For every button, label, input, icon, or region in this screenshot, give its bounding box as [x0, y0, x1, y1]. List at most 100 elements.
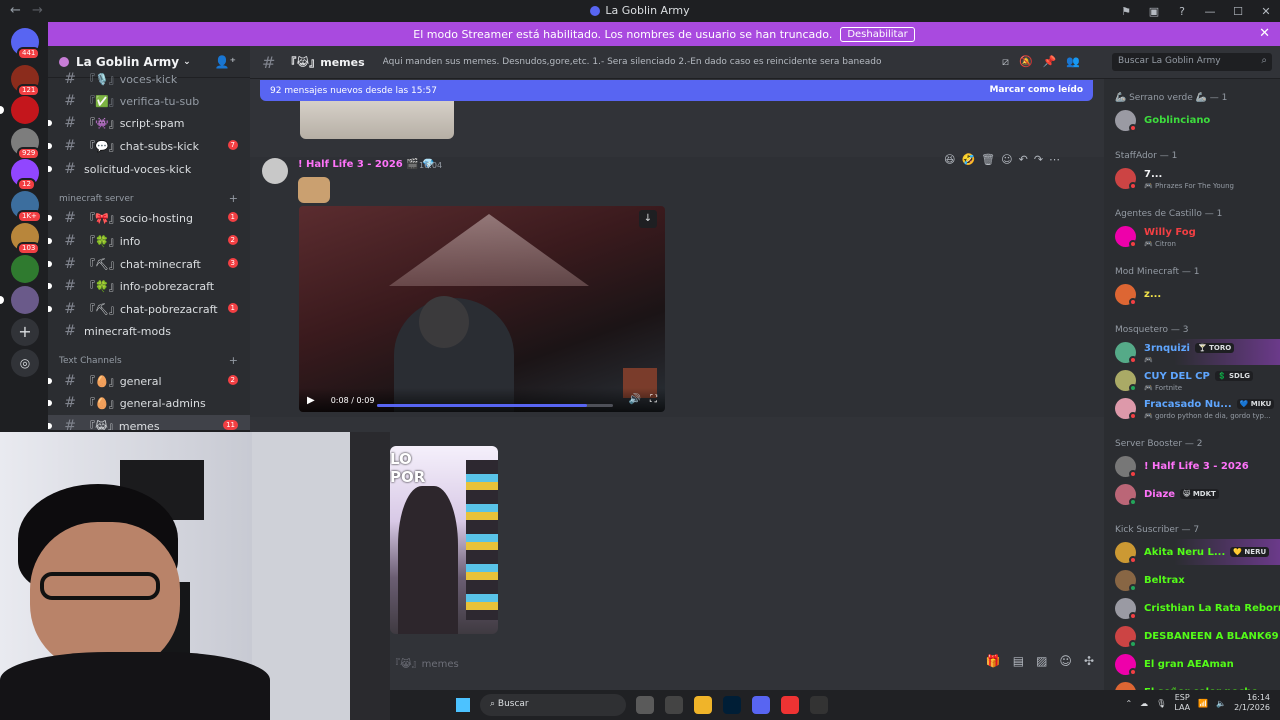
member-row[interactable]: Cristhian La Rata Reborn: [1104, 595, 1280, 621]
close-window-icon[interactable]: ✕: [1252, 5, 1280, 18]
sticker-icon[interactable]: ▨: [1036, 654, 1047, 668]
taskbar-search[interactable]: ⌕ Buscar: [480, 694, 626, 716]
clock[interactable]: 16:14 2/1/2026: [1234, 693, 1270, 713]
tray-chevron-icon[interactable]: ⌃: [1125, 699, 1132, 708]
category-minecraft[interactable]: minecraft server: [59, 194, 134, 204]
member-list-icon[interactable]: 👥: [1066, 55, 1080, 69]
server-icon[interactable]: [0, 96, 39, 124]
language-indicator[interactable]: ESP LAA: [1174, 693, 1190, 713]
previous-image-attachment[interactable]: [300, 101, 454, 139]
member-row[interactable]: Beltrax: [1104, 567, 1280, 593]
server-icon[interactable]: 103: [11, 223, 41, 255]
gif-icon[interactable]: ▤: [1013, 654, 1024, 668]
mark-as-read-button[interactable]: Marcar como leído: [989, 85, 1083, 95]
channel-item[interactable]: # 『💬』chat-subs-kick 7: [48, 135, 250, 157]
maximize-icon[interactable]: ☐: [1224, 5, 1252, 18]
download-icon[interactable]: ↓: [639, 210, 657, 228]
channel-item[interactable]: # 『🥚』general-admins: [48, 392, 250, 414]
search-input[interactable]: Buscar La Goblin Army ⌕: [1112, 53, 1272, 71]
channel-item[interactable]: # 『⛏』chat-pobrezacraft 1: [48, 298, 250, 320]
member-row[interactable]: CUY DEL CP 💲 SDLG 🎮 Fortnite: [1104, 367, 1280, 393]
discord-icon[interactable]: [752, 696, 770, 714]
channel-item[interactable]: # 『🍀』info 2: [48, 230, 250, 252]
channel-item[interactable]: # 『👾』script-spam: [48, 112, 250, 134]
member-row[interactable]: El señor color noche: [1104, 679, 1280, 690]
message-author[interactable]: ! Half Life 3 - 2026 🎬 💎: [298, 159, 435, 170]
mute-bell-icon[interactable]: 🔕: [1019, 55, 1033, 69]
app-icon[interactable]: [665, 696, 683, 714]
member-row[interactable]: El gran AEAman: [1104, 651, 1280, 677]
channel-item[interactable]: # solicitud-voces-kick: [48, 158, 250, 180]
add-reaction-icon[interactable]: ☺: [1001, 153, 1012, 166]
channel-item[interactable]: # minecraft-mods: [48, 320, 250, 342]
member-row[interactable]: Willy Fog 🎮 Citron: [1104, 223, 1280, 249]
emoji-icon[interactable]: ☺: [1059, 654, 1072, 668]
member-row[interactable]: Akita Neru L... 💛 NERU: [1104, 539, 1280, 565]
channel-item[interactable]: # 『⛏』chat-minecraft 3: [48, 253, 250, 275]
avatar[interactable]: [262, 158, 288, 184]
app-icon[interactable]: [810, 696, 828, 714]
file-explorer-icon[interactable]: [694, 696, 712, 714]
direct-messages-icon[interactable]: 441: [11, 28, 41, 60]
member-row[interactable]: z...: [1104, 281, 1280, 307]
member-row[interactable]: 3rnquizi 🍸 TORO 🎮: [1104, 339, 1280, 365]
member-row[interactable]: Fracasado Nu... 💙 MIKU 🎮 gordo python de d…: [1104, 395, 1280, 421]
fullscreen-icon[interactable]: ⛶: [650, 394, 657, 405]
server-icon[interactable]: 929: [11, 128, 41, 160]
inbox-flag-icon[interactable]: ⚑: [1112, 5, 1140, 18]
reaction-emoji-icon[interactable]: 🤣: [961, 153, 975, 166]
member-row[interactable]: 7... 🎮 Phrazes For The Young: [1104, 165, 1280, 191]
server-icon[interactable]: [11, 255, 39, 283]
screen-icon[interactable]: ▣: [1140, 5, 1168, 18]
play-icon[interactable]: ▶: [307, 395, 315, 406]
server-icon[interactable]: 1K+: [11, 191, 42, 223]
mic-icon[interactable]: 🎙: [1156, 699, 1166, 708]
windows-start-icon[interactable]: [456, 698, 470, 712]
forward-icon[interactable]: ↷: [1034, 153, 1043, 166]
photoshop-icon[interactable]: [723, 696, 741, 714]
channel-item-selected[interactable]: # 『😹』memes 11: [48, 415, 250, 430]
add-server-icon[interactable]: +: [11, 318, 39, 346]
minimize-icon[interactable]: —: [1196, 5, 1224, 18]
server-icon[interactable]: 121: [11, 65, 41, 97]
chrome-icon[interactable]: [781, 696, 799, 714]
volume-tray-icon[interactable]: 🔈: [1216, 699, 1226, 708]
channel-topic[interactable]: Aqui manden sus memes. Desnudos,gore,etc…: [383, 57, 1003, 67]
add-channel-icon[interactable]: +: [229, 192, 238, 205]
disable-streamer-button[interactable]: Deshabilitar: [840, 26, 915, 42]
invite-people-icon[interactable]: 👤⁺: [215, 55, 236, 69]
reaction-emoji-icon[interactable]: 😆: [944, 153, 955, 166]
twitch-server-icon[interactable]: 12: [11, 159, 39, 191]
volume-icon[interactable]: 🔊: [629, 394, 641, 405]
close-banner-icon[interactable]: ✕: [1259, 26, 1270, 41]
channel-item[interactable]: # 『🍀』info-pobrezacraft: [48, 275, 250, 297]
image-attachment[interactable]: LO POR: [390, 446, 498, 634]
task-view-icon[interactable]: [636, 696, 654, 714]
apps-icon[interactable]: ✣: [1084, 654, 1094, 668]
member-row[interactable]: Goblinciano: [1104, 107, 1280, 133]
more-options-icon[interactable]: ⋯: [1049, 153, 1060, 166]
reaction-emoji-icon[interactable]: 🗑: [981, 153, 995, 166]
threads-icon[interactable]: ⧄: [1002, 55, 1009, 69]
discover-icon[interactable]: ◎: [11, 349, 39, 377]
member-row[interactable]: ! Half Life 3 - 2026: [1104, 453, 1280, 479]
video-progress-bar[interactable]: [377, 404, 613, 407]
gift-icon[interactable]: 🎁: [986, 654, 1001, 668]
channel-item[interactable]: # 『✅』verifica-tu-sub: [48, 90, 250, 112]
help-icon[interactable]: ?: [1168, 5, 1196, 18]
reply-icon[interactable]: ↶: [1019, 153, 1028, 166]
category-text-channels[interactable]: Text Channels: [59, 356, 122, 366]
server-icon[interactable]: [0, 286, 39, 314]
add-channel-icon[interactable]: +: [229, 354, 238, 367]
wifi-icon[interactable]: 📶: [1198, 699, 1208, 708]
server-badge: 441: [17, 47, 41, 60]
new-messages-bar[interactable]: 92 mensajes nuevos desde las 15:57 Marca…: [260, 80, 1093, 101]
pin-icon[interactable]: 📌: [1043, 55, 1057, 69]
video-attachment[interactable]: ↓ ▶ 0:08 / 0:09 🔊 ⛶: [299, 206, 665, 412]
member-row[interactable]: Diaze 😸 MDKT: [1104, 481, 1280, 507]
channel-item[interactable]: # 『🎀』socio-hosting 1: [48, 207, 250, 229]
member-row[interactable]: DESBANEEN A BLANK69: [1104, 623, 1280, 649]
tray-app-icon[interactable]: ☁: [1140, 699, 1148, 708]
channel-item[interactable]: # 『🎙️』voces-kick: [48, 68, 250, 90]
channel-item[interactable]: # 『🥚』general 2: [48, 370, 250, 392]
